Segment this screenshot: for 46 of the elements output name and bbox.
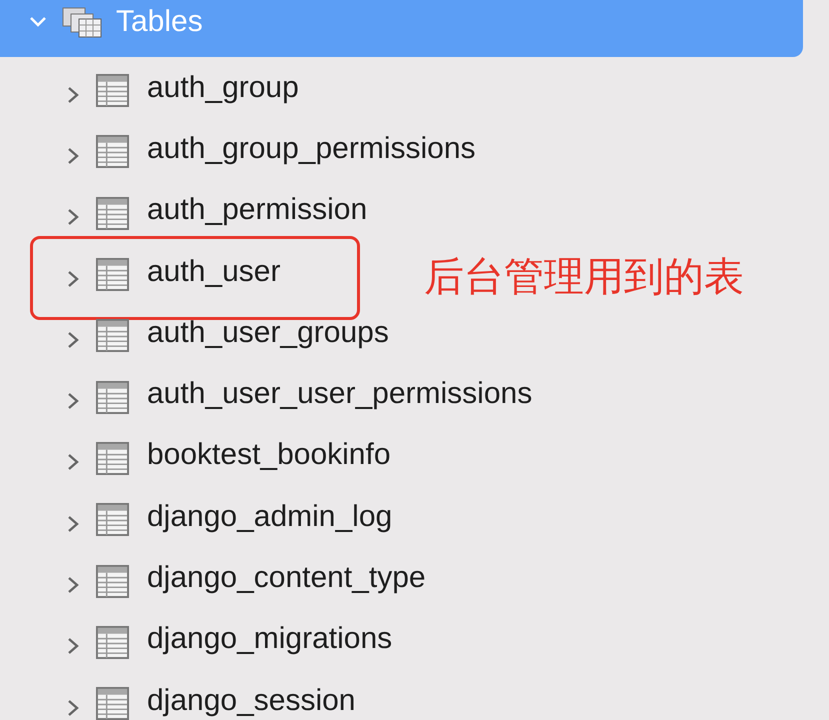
table-name: django_session bbox=[147, 684, 356, 718]
table-name: booktest_bookinfo bbox=[147, 438, 391, 472]
chevron-icon[interactable] bbox=[66, 268, 80, 289]
chevron-icon[interactable] bbox=[66, 330, 80, 350]
table-item[interactable]: django_admin_log bbox=[0, 486, 400, 548]
table-icon bbox=[96, 442, 129, 475]
table-name: auth_user_groups bbox=[147, 316, 389, 350]
tree-group-label: Tables bbox=[116, 4, 203, 38]
chevron-icon[interactable] bbox=[66, 514, 80, 534]
chevron-icon[interactable] bbox=[66, 146, 80, 166]
tables-icon bbox=[62, 6, 102, 38]
table-name: django_migrations bbox=[147, 622, 392, 656]
table-name: django_content_type bbox=[147, 561, 426, 596]
table-item[interactable]: auth_group bbox=[0, 57, 307, 118]
table-name: django_admin_log bbox=[147, 500, 392, 534]
table-item[interactable]: django_session bbox=[0, 670, 364, 720]
table-icon bbox=[96, 503, 129, 536]
annotation-text: 后台管理用到的表 bbox=[424, 252, 744, 302]
table-icon bbox=[96, 564, 129, 598]
chevron-icon[interactable] bbox=[66, 452, 80, 472]
table-item[interactable]: auth_permission bbox=[0, 180, 376, 241]
table-icon bbox=[96, 380, 129, 414]
table-icon bbox=[96, 258, 129, 292]
table-name: auth_user bbox=[147, 254, 280, 289]
table-item[interactable]: django_content_type bbox=[0, 547, 434, 609]
table-icon bbox=[96, 135, 129, 168]
table-name: auth_group_permissions bbox=[147, 132, 476, 166]
table-name: auth_permission bbox=[147, 193, 368, 228]
table-name: auth_user_user_permissions bbox=[147, 377, 532, 412]
table-item[interactable]: auth_user bbox=[0, 240, 288, 302]
table-name: auth_group bbox=[147, 70, 299, 105]
chevron-icon[interactable] bbox=[66, 391, 80, 412]
chevron-icon[interactable] bbox=[66, 84, 80, 105]
table-item[interactable]: auth_user_groups bbox=[0, 302, 397, 364]
table-item[interactable]: django_migrations bbox=[0, 608, 400, 670]
table-item[interactable]: booktest_bookinfo bbox=[0, 424, 399, 486]
table-item[interactable]: auth_group_permissions bbox=[0, 118, 484, 180]
chevron-icon[interactable] bbox=[66, 207, 80, 228]
table-icon bbox=[96, 196, 129, 230]
table-icon bbox=[96, 626, 129, 659]
table-icon bbox=[96, 74, 129, 108]
table-icon bbox=[96, 319, 129, 352]
chevron-icon[interactable] bbox=[66, 636, 80, 656]
chevron-icon[interactable] bbox=[66, 698, 80, 718]
table-item[interactable]: auth_user_user_permissions bbox=[0, 363, 540, 425]
chevron-icon[interactable] bbox=[66, 575, 80, 596]
